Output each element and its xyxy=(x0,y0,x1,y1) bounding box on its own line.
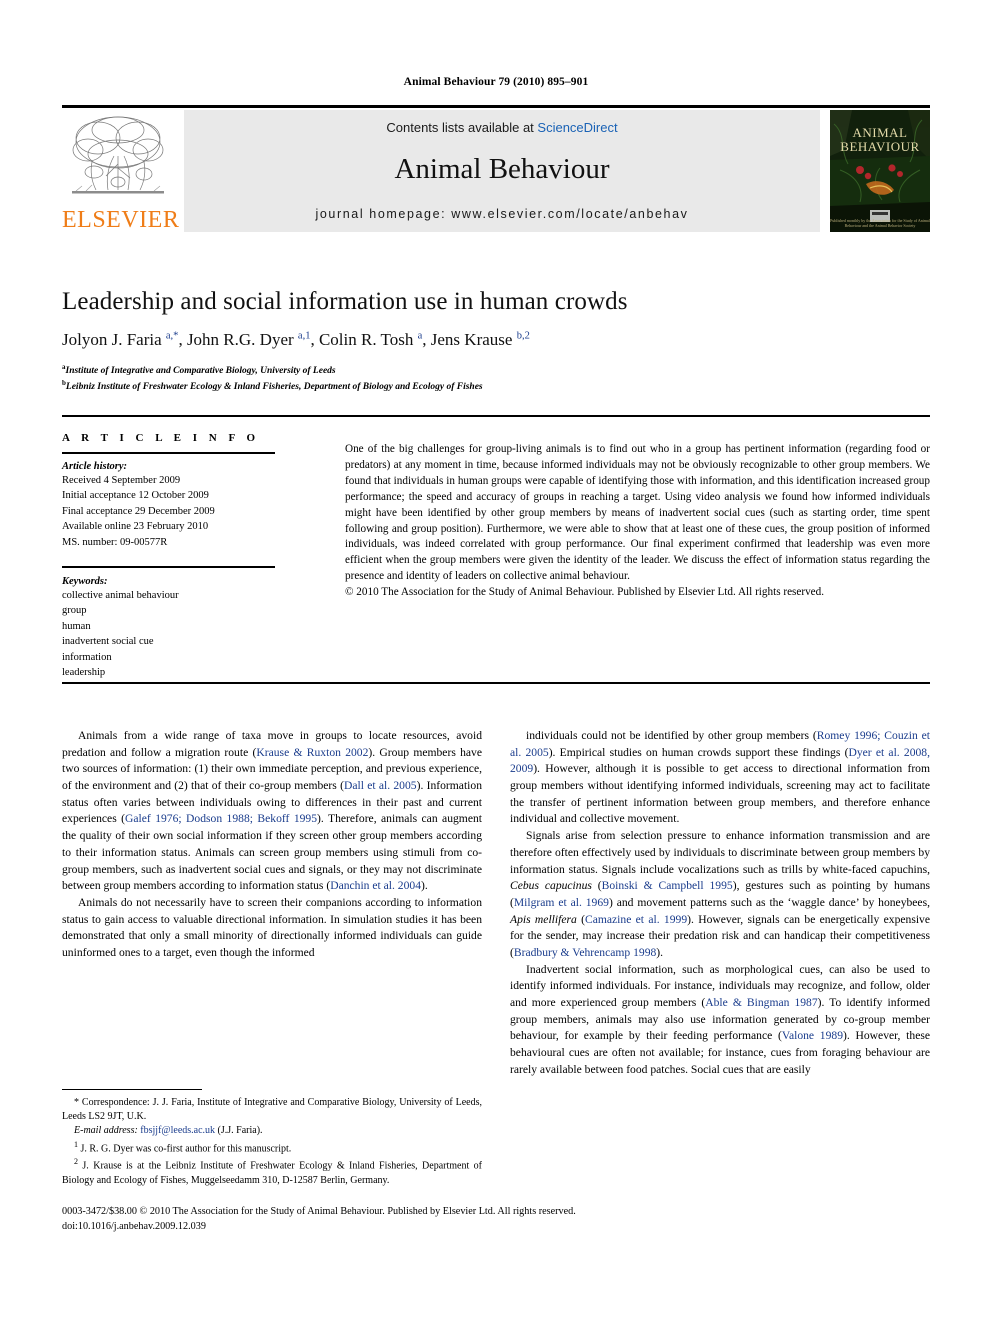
keyword-item: human xyxy=(62,620,91,632)
email-label: E-mail address: xyxy=(74,1125,138,1137)
abstract-text: One of the big challenges for group-livi… xyxy=(345,443,930,583)
cover-journal-title: ANIMAL BEHAVIOUR xyxy=(840,125,920,154)
masthead-top-rule xyxy=(62,105,930,108)
footnotes-block: * Correspondence: J. J. Faria, Institute… xyxy=(62,1096,482,1188)
imprint-block: 0003-3472/$38.00 © 2010 The Association … xyxy=(62,1205,762,1235)
article-info-rule-1 xyxy=(62,452,275,454)
history-item: Available online 23 February 2010 xyxy=(62,521,209,533)
contents-prefix: Contents lists available at xyxy=(386,120,538,135)
email-address-link[interactable]: fbsjjf@leeds.ac.uk xyxy=(140,1125,215,1136)
history-item: Received 4 September 2009 xyxy=(62,474,181,486)
journal-masthead: ELSEVIER Contents lists available at Sci… xyxy=(62,110,930,232)
paper-page: Animal Behaviour 79 (2010) 895–901 ELSEV… xyxy=(0,0,992,1323)
running-head: Animal Behaviour 79 (2010) 895–901 xyxy=(403,76,589,88)
article-info-heading: A R T I C L E I N F O xyxy=(62,432,260,444)
abstract-block: One of the big challenges for group-livi… xyxy=(345,442,930,601)
info-band-top-rule xyxy=(62,415,930,417)
journal-homepage-link[interactable]: journal homepage: www.elsevier.com/locat… xyxy=(184,207,820,221)
keywords-label: Keywords: xyxy=(62,575,108,587)
body-paragraph: Signals arise from selection pressure to… xyxy=(510,829,931,959)
keywords-list: collective animal behaviour group human … xyxy=(62,588,342,681)
contents-available-line: Contents lists available at ScienceDirec… xyxy=(184,120,820,135)
imprint-issn-line: 0003-3472/$38.00 © 2010 The Association … xyxy=(62,1206,576,1217)
info-band-bottom-rule xyxy=(62,682,930,684)
article-info-block: A R T I C L E I N F O Article history: R… xyxy=(62,432,342,681)
footnote-2: 2 J. Krause is at the Leibniz Institute … xyxy=(62,1157,482,1186)
page-title: Leadership and social information use in… xyxy=(62,288,628,315)
body-paragraph: Animals do not necessarily have to scree… xyxy=(62,895,482,959)
body-paragraph: Inadvertent social information, such as … xyxy=(510,962,931,1076)
journal-cover-image: ANIMAL BEHAVIOUR Published monthly by th… xyxy=(830,110,930,232)
article-history-label: Article history: xyxy=(62,460,128,472)
email-owner: (J.J. Faria). xyxy=(217,1125,263,1137)
body-column-left: Animals from a wide range of taxa move i… xyxy=(62,728,482,962)
affiliations: aInstitute of Integrative and Comparativ… xyxy=(62,362,930,395)
footnote-1: 1 J. R. G. Dyer was co-first author for … xyxy=(74,1139,292,1154)
body-column-right: individuals could not be identified by o… xyxy=(510,728,930,1078)
body-paragraph: individuals could not be identified by o… xyxy=(510,729,931,826)
elsevier-wordmark: ELSEVIER xyxy=(62,207,180,233)
cover-footer-text: Published monthly by the Association for… xyxy=(830,217,930,228)
imprint-doi: doi:10.1016/j.anbehav.2009.12.039 xyxy=(62,1220,206,1232)
history-item: Initial acceptance 12 October 2009 xyxy=(62,490,209,502)
masthead-center-panel: Contents lists available at ScienceDirec… xyxy=(184,110,820,232)
keyword-item: inadvertent social cue xyxy=(62,636,154,648)
article-history-list: Received 4 September 2009 Initial accept… xyxy=(62,473,342,551)
keyword-item: group xyxy=(62,605,87,617)
footnote-correspondence: * Correspondence: J. J. Faria, Institute… xyxy=(62,1097,482,1123)
elsevier-tree-icon xyxy=(72,116,164,194)
abstract-copyright: © 2010 The Association for the Study of … xyxy=(345,586,825,599)
keyword-item: collective animal behaviour xyxy=(62,589,179,601)
author-list: Jolyon J. Faria a,*, John R.G. Dyer a,1,… xyxy=(62,330,530,349)
history-item: Final acceptance 29 December 2009 xyxy=(62,505,215,517)
body-paragraph: Animals from a wide range of taxa move i… xyxy=(62,729,482,893)
footnote-rule xyxy=(62,1089,202,1090)
sciencedirect-link[interactable]: ScienceDirect xyxy=(537,120,617,135)
history-item: MS. number: 09-00577R xyxy=(62,536,168,548)
affiliation-b: bLeibniz Institute of Freshwater Ecology… xyxy=(62,379,483,393)
journal-title: Animal Behaviour xyxy=(394,153,610,185)
article-info-rule-2 xyxy=(62,566,275,568)
affiliation-a: aInstitute of Integrative and Comparativ… xyxy=(62,363,336,377)
keyword-item: leadership xyxy=(62,667,106,679)
keyword-item: information xyxy=(62,651,112,663)
footnote-email: E-mail address: fbsjjf@leeds.ac.uk (J.J.… xyxy=(62,1124,482,1138)
elsevier-logo: ELSEVIER xyxy=(62,110,180,233)
